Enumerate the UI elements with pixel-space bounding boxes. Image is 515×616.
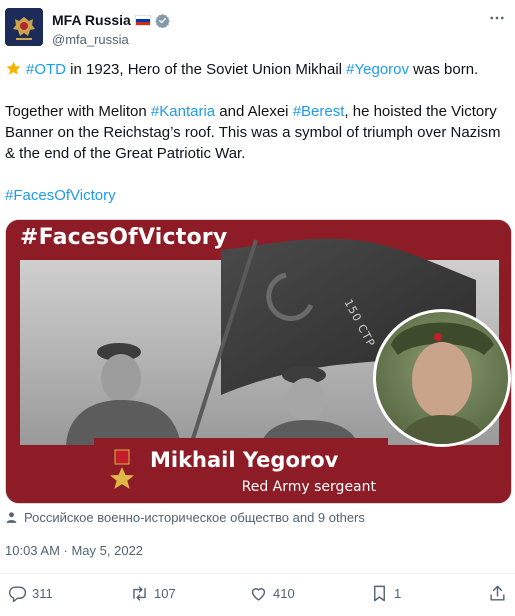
retweet-button[interactable]: 107 bbox=[130, 584, 176, 603]
hashtag-berest[interactable]: #Berest bbox=[293, 103, 345, 120]
hero-name: Mikhail Yegorov bbox=[150, 448, 339, 472]
hashtag-otd[interactable]: #OTD bbox=[26, 61, 66, 78]
star-emoji-icon bbox=[6, 61, 21, 75]
tweet-header: MFA Russia @mfa_russia bbox=[5, 5, 510, 50]
tweet-line-1: #OTD in 1923, Hero of the Soviet Union M… bbox=[5, 59, 510, 80]
timestamp[interactable]: 10:03 AM · May 5, 2022 bbox=[5, 543, 143, 558]
retweet-icon bbox=[133, 586, 146, 601]
media-image[interactable]: #FacesOfVictory 150 СТР Mikhail Yegorov … bbox=[5, 219, 512, 504]
action-bar: 311 107 410 1 bbox=[0, 584, 515, 606]
tweet-line-2: Together with Meliton #Kantaria and Alex… bbox=[5, 101, 510, 164]
hero-rank: Red Army sergeant bbox=[241, 479, 376, 495]
hashtag-yegorov[interactable]: #Yegorov bbox=[346, 61, 409, 78]
hashtag-facesofvictory[interactable]: #FacesOfVictory bbox=[5, 187, 116, 204]
handle[interactable]: @mfa_russia bbox=[52, 32, 129, 47]
name-row: MFA Russia bbox=[52, 12, 170, 28]
like-count: 410 bbox=[273, 586, 295, 601]
reply-button[interactable]: 311 bbox=[8, 584, 53, 603]
russia-flag-icon bbox=[134, 14, 151, 26]
bookmark-icon bbox=[374, 585, 385, 602]
tweet-text-segment: and Alexei bbox=[215, 103, 293, 120]
bookmark-count: 1 bbox=[394, 586, 402, 601]
tweet-text-segment: was born. bbox=[409, 61, 479, 78]
more-options-icon[interactable] bbox=[488, 9, 506, 27]
bookmark-button[interactable]: 1 bbox=[370, 584, 401, 603]
person-icon bbox=[6, 512, 17, 523]
display-name[interactable]: MFA Russia bbox=[52, 12, 131, 28]
tagged-users-text: Российское военно-историческое общество … bbox=[24, 510, 365, 525]
reply-count: 311 bbox=[32, 586, 53, 601]
divider bbox=[0, 573, 515, 574]
verified-badge-icon bbox=[155, 13, 170, 28]
reply-icon bbox=[8, 586, 27, 603]
tweet-text-segment: in 1923, Hero of the Soviet Union Mikhai… bbox=[66, 61, 347, 78]
hashtag-kantaria[interactable]: #Kantaria bbox=[151, 103, 215, 120]
coat-of-arms-icon bbox=[5, 8, 43, 46]
share-button[interactable] bbox=[488, 584, 507, 603]
tweet-text-segment: Together with Meliton bbox=[5, 103, 151, 120]
like-button[interactable]: 410 bbox=[249, 584, 295, 603]
avatar[interactable] bbox=[5, 8, 43, 46]
media-title: #FacesOfVictory bbox=[20, 225, 228, 250]
tagged-users[interactable]: Российское военно-историческое общество … bbox=[5, 510, 365, 525]
tweet-line-3: #FacesOfVictory bbox=[5, 185, 510, 206]
tweet-text: #OTD in 1923, Hero of the Soviet Union M… bbox=[5, 59, 510, 206]
heart-icon bbox=[251, 588, 266, 601]
retweet-count: 107 bbox=[154, 586, 176, 601]
share-icon bbox=[490, 585, 505, 601]
